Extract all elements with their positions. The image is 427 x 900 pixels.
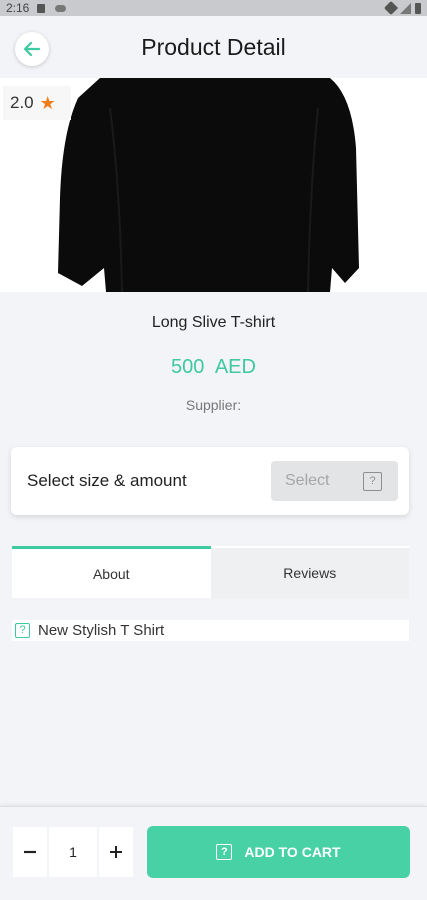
star-icon: ★ xyxy=(39,92,56,113)
cloud-icon xyxy=(55,4,67,12)
placeholder-icon: ? xyxy=(216,844,233,860)
status-time: 2:16 xyxy=(6,1,30,15)
select-button[interactable]: Select ? xyxy=(271,461,398,501)
size-amount-card: Select size & amount Select ? xyxy=(11,447,409,515)
bottom-bar: 1 ? ADD TO CART xyxy=(0,806,427,900)
placeholder-icon: ? xyxy=(363,471,382,491)
status-icons xyxy=(383,0,421,16)
plus-icon xyxy=(110,846,122,858)
notification-icon xyxy=(37,3,46,13)
page-title: Product Detail xyxy=(141,34,286,60)
description-row: ? New Stylish T Shirt xyxy=(12,620,409,641)
minus-icon xyxy=(24,850,36,854)
placeholder-icon: ? xyxy=(15,623,30,638)
tab-reviews[interactable]: Reviews xyxy=(210,546,409,598)
rating-value: 2.0 xyxy=(10,93,34,112)
rating-badge: 2.0 ★ xyxy=(3,86,71,120)
wifi-icon xyxy=(383,0,399,16)
description-text: New Stylish T Shirt xyxy=(38,622,165,639)
increase-button[interactable] xyxy=(99,827,133,877)
tab-bar: About Reviews xyxy=(12,546,409,598)
add-to-cart-button[interactable]: ? ADD TO CART xyxy=(147,826,410,878)
decrease-button[interactable] xyxy=(13,827,47,877)
quantity-stepper: 1 xyxy=(13,827,133,877)
status-bar: 2:16 xyxy=(0,0,427,16)
size-amount-label: Select size & amount xyxy=(27,471,187,490)
battery-icon xyxy=(415,2,421,14)
select-button-label: Select xyxy=(285,472,330,489)
add-to-cart-label: ADD TO CART xyxy=(244,844,341,860)
tab-reviews-label: Reviews xyxy=(283,565,337,581)
header: Product Detail xyxy=(0,16,427,78)
tab-about-label: About xyxy=(92,565,130,582)
signal-icon xyxy=(400,2,411,14)
supplier-label: Supplier: xyxy=(185,397,242,413)
tab-about[interactable]: About xyxy=(12,546,211,598)
product-price: 500 AED xyxy=(171,356,256,378)
quantity-field[interactable]: 1 xyxy=(49,827,97,877)
product-name: Long Slive T-shirt xyxy=(151,314,276,331)
